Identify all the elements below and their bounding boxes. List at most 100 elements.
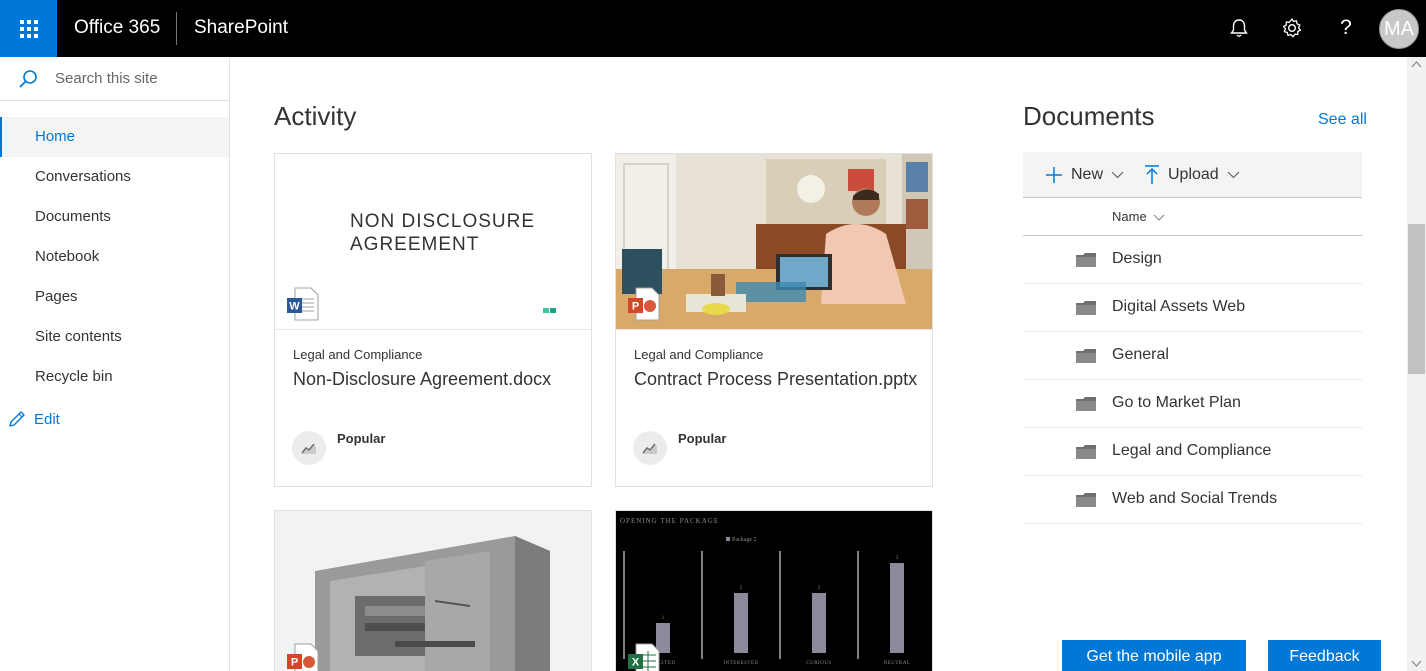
folder-row[interactable]: Legal and Compliance [1023, 428, 1362, 476]
nav-item-conversations[interactable]: Conversations [0, 157, 229, 197]
waffle-icon [19, 19, 38, 38]
activity-heading: Activity [274, 101, 357, 131]
folder-name[interactable]: General [1112, 346, 1169, 364]
chevron-down-icon [1111, 171, 1124, 179]
nav-item-pages[interactable]: Pages [0, 277, 229, 317]
folder-row[interactable]: Digital Assets Web [1023, 284, 1362, 332]
page-scrollbar[interactable] [1407, 57, 1426, 671]
nav-item-documents[interactable]: Documents [0, 197, 229, 237]
folder-name[interactable]: Web and Social Trends [1112, 490, 1277, 508]
thumbnail-chart-category-label: NEUTRAL [884, 661, 911, 666]
activity-card[interactable]: P [274, 510, 592, 671]
excel-file-icon: X [628, 643, 660, 671]
activity-card[interactable]: OPENING THE PACKAGE Package 2 1 EXCITED 2 I… [615, 510, 933, 671]
office365-brand-link[interactable]: Office 365 [74, 17, 160, 39]
thumbnail-title: NON DISCLOSURE AGREEMENT [350, 211, 536, 255]
activity-card[interactable]: NON DISCLOSURE AGREEMENT W Legal and Comp… [274, 153, 592, 487]
folder-name[interactable]: Legal and Compliance [1112, 442, 1271, 460]
nav-item-notebook[interactable]: Notebook [0, 237, 229, 277]
main-content: Activity NON DISCLOSURE AGREEMENT W Legal… [231, 57, 1407, 671]
folder-name[interactable]: Design [1112, 250, 1162, 268]
thumbnail-chart-bar [734, 593, 748, 653]
new-label: New [1071, 166, 1104, 183]
thumbnail-chart-bar [812, 593, 826, 653]
office-photo-image [616, 154, 932, 329]
name-column-header[interactable]: Name [1023, 199, 1362, 236]
powerpoint-file-icon: P [628, 287, 660, 321]
left-navigation: Search this site Home Conversations Docu… [0, 57, 230, 671]
upload-icon [1145, 165, 1159, 184]
trending-icon [292, 431, 326, 465]
edit-links-button[interactable]: Edit [8, 407, 60, 431]
column-name-label: Name [1112, 209, 1147, 224]
thumbnail-bar-chart: OPENING THE PACKAGE Package 2 1EXCITED2I… [616, 511, 932, 671]
folder-row[interactable]: Design [1023, 236, 1362, 284]
app-launcher-button[interactable] [0, 0, 57, 57]
thumbnail-chart-category-label: INTERESTED [723, 661, 758, 666]
settings-button[interactable] [1278, 14, 1306, 42]
help-icon: ? [1340, 16, 1352, 39]
new-button[interactable]: New [1045, 152, 1124, 198]
powerpoint-file-icon: P [287, 643, 319, 671]
svg-text:W: W [289, 301, 300, 313]
card-file-name[interactable]: Non-Disclosure Agreement.docx [293, 369, 551, 390]
documents-heading: Documents [1023, 101, 1155, 131]
gear-icon [1282, 18, 1302, 38]
search-icon [19, 70, 37, 88]
upload-button[interactable]: Upload [1144, 152, 1240, 198]
edit-label: Edit [34, 410, 60, 428]
chevron-down-icon [1227, 171, 1240, 179]
feedback-button[interactable]: Feedback [1268, 640, 1381, 671]
word-file-icon: W [287, 287, 319, 321]
photo-thumbnail: P [616, 154, 932, 330]
chart-thumbnail: OPENING THE PACKAGE Package 2 1 EXCITED 2 I… [616, 511, 932, 671]
card-file-name[interactable]: Contract Process Presentation.pptx [634, 369, 917, 390]
document-thumbnail: NON DISCLOSURE AGREEMENT W [275, 154, 591, 330]
brand-divider [176, 12, 177, 45]
folder-icon [1076, 493, 1096, 507]
machine-render-image [275, 511, 591, 671]
suite-bar: Office 365 SharePoint ? MA [0, 0, 1426, 57]
machine-thumbnail: P [275, 511, 591, 671]
thumbnail-accent-mark [543, 308, 549, 313]
nav-item-site-contents[interactable]: Site contents [0, 317, 229, 357]
folder-row[interactable]: General [1023, 332, 1362, 380]
bell-icon [1230, 19, 1248, 37]
card-site-name[interactable]: Legal and Compliance [634, 347, 763, 362]
nav-item-recycle-bin[interactable]: Recycle bin [0, 357, 229, 397]
site-search-box[interactable]: Search this site [0, 57, 229, 101]
thumbnail-chart-bar [890, 563, 904, 653]
svg-text:X: X [632, 657, 640, 669]
thumbnail-chart-category-label: CURIOUS [806, 661, 831, 666]
see-all-link[interactable]: See all [1318, 111, 1367, 129]
search-input[interactable]: Search this site [55, 70, 158, 87]
activity-card[interactable]: P Legal and Compliance Contract Process … [615, 153, 933, 487]
folder-row[interactable]: Web and Social Trends [1023, 476, 1362, 524]
folder-name[interactable]: Go to Market Plan [1112, 394, 1241, 412]
folder-icon [1076, 397, 1096, 411]
folder-name[interactable]: Digital Assets Web [1112, 298, 1245, 316]
scroll-up-icon [1411, 61, 1422, 68]
user-avatar[interactable]: MA [1379, 9, 1419, 49]
thumbnail-accent-mark [550, 308, 556, 313]
folder-icon [1076, 445, 1096, 459]
sharepoint-app-link[interactable]: SharePoint [194, 17, 288, 39]
folder-icon [1076, 301, 1096, 315]
nav-item-home[interactable]: Home [0, 117, 229, 157]
plus-icon [1046, 167, 1062, 183]
popular-badge: Popular [678, 431, 727, 446]
help-button[interactable]: ? [1332, 14, 1360, 42]
folder-icon [1076, 349, 1096, 363]
notifications-button[interactable] [1225, 14, 1253, 42]
folder-icon [1076, 253, 1096, 267]
get-mobile-app-button[interactable]: Get the mobile app [1062, 640, 1246, 671]
folder-row[interactable]: Go to Market Plan [1023, 380, 1362, 428]
trending-icon [633, 431, 667, 465]
svg-text:P: P [291, 657, 298, 669]
scroll-down-icon [1411, 660, 1422, 667]
pencil-icon [9, 411, 25, 427]
card-site-name[interactable]: Legal and Compliance [293, 347, 422, 362]
svg-text:Package 2: Package 2 [732, 537, 757, 543]
scrollbar-thumb[interactable] [1408, 224, 1425, 374]
documents-command-bar: New Upload [1023, 152, 1362, 198]
